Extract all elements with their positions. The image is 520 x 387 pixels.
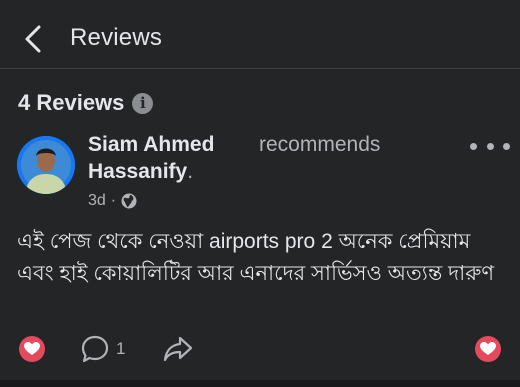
comment-button[interactable]: 1 <box>80 334 125 364</box>
info-icon[interactable]: i <box>132 92 154 114</box>
recommends-label: recommends <box>259 133 381 156</box>
reaction-summary[interactable] <box>475 336 501 362</box>
avatar-image <box>17 136 75 194</box>
globe-icon <box>121 193 137 209</box>
avatar[interactable] <box>17 136 75 194</box>
comment-icon <box>81 335 109 363</box>
review-author[interactable]: Siam Ahmed Hassanify. <box>88 131 238 185</box>
heart-icon <box>475 336 501 362</box>
review-actions: 1 <box>0 330 520 370</box>
more-dot <box>486 142 494 150</box>
share-button[interactable] <box>162 334 194 364</box>
more-options-icon[interactable] <box>470 136 510 156</box>
page-title: Reviews <box>70 24 163 51</box>
bottom-divider <box>0 380 520 387</box>
more-dot <box>470 142 477 150</box>
reviews-summary: 4 Reviews i <box>18 90 154 116</box>
comment-count: 1 <box>116 339 126 358</box>
back-button[interactable] <box>18 22 48 56</box>
meta-separator: · <box>110 192 117 209</box>
review-time[interactable]: 3d <box>88 192 106 210</box>
top-bar: Reviews <box>0 0 520 69</box>
author-suffix: . <box>187 160 194 183</box>
author-name[interactable]: Siam Ahmed Hassanify <box>88 133 214 183</box>
review-text: এই পেজ থেকে নেওয়া airports pro 2 অনেক প… <box>17 230 495 285</box>
back-arrow-icon <box>25 25 41 53</box>
share-icon <box>163 336 193 362</box>
react-button[interactable] <box>19 336 45 362</box>
heart-icon <box>19 336 45 362</box>
review-meta: 3d · <box>88 192 137 210</box>
more-dot <box>503 142 510 150</box>
reviews-count: 4 Reviews <box>18 90 125 115</box>
